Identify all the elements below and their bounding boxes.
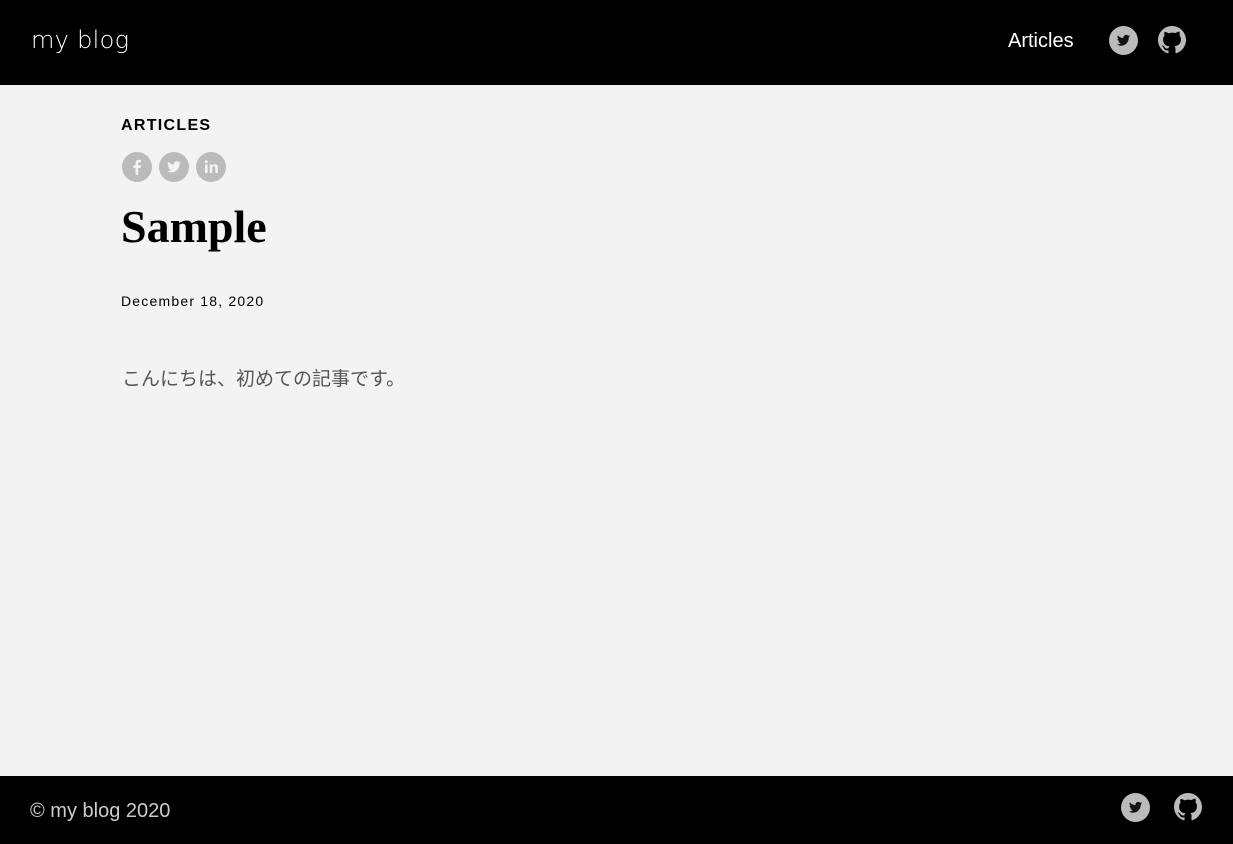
category-link[interactable]: ARTICLES [121,117,211,135]
site-footer: © my blog 2020 [0,776,1233,844]
nav-articles[interactable]: Articles [1008,30,1074,53]
article-body: こんにちは、初めての記事です。 [122,368,406,390]
share-buttons [122,152,226,182]
github-icon[interactable] [1158,26,1186,54]
twitter-icon[interactable] [1121,793,1150,822]
twitter-icon[interactable] [1109,26,1138,55]
linkedin-icon[interactable] [196,152,226,182]
site-header: my blog Articles [0,0,1233,85]
github-icon[interactable] [1174,793,1202,821]
facebook-icon[interactable] [122,152,152,182]
twitter-icon[interactable] [159,152,189,182]
copyright: © my blog 2020 [30,800,171,822]
article-date: December 18, 2020 [121,293,265,309]
article-title: Sample [121,201,267,252]
site-logo[interactable]: my blog [31,26,129,54]
